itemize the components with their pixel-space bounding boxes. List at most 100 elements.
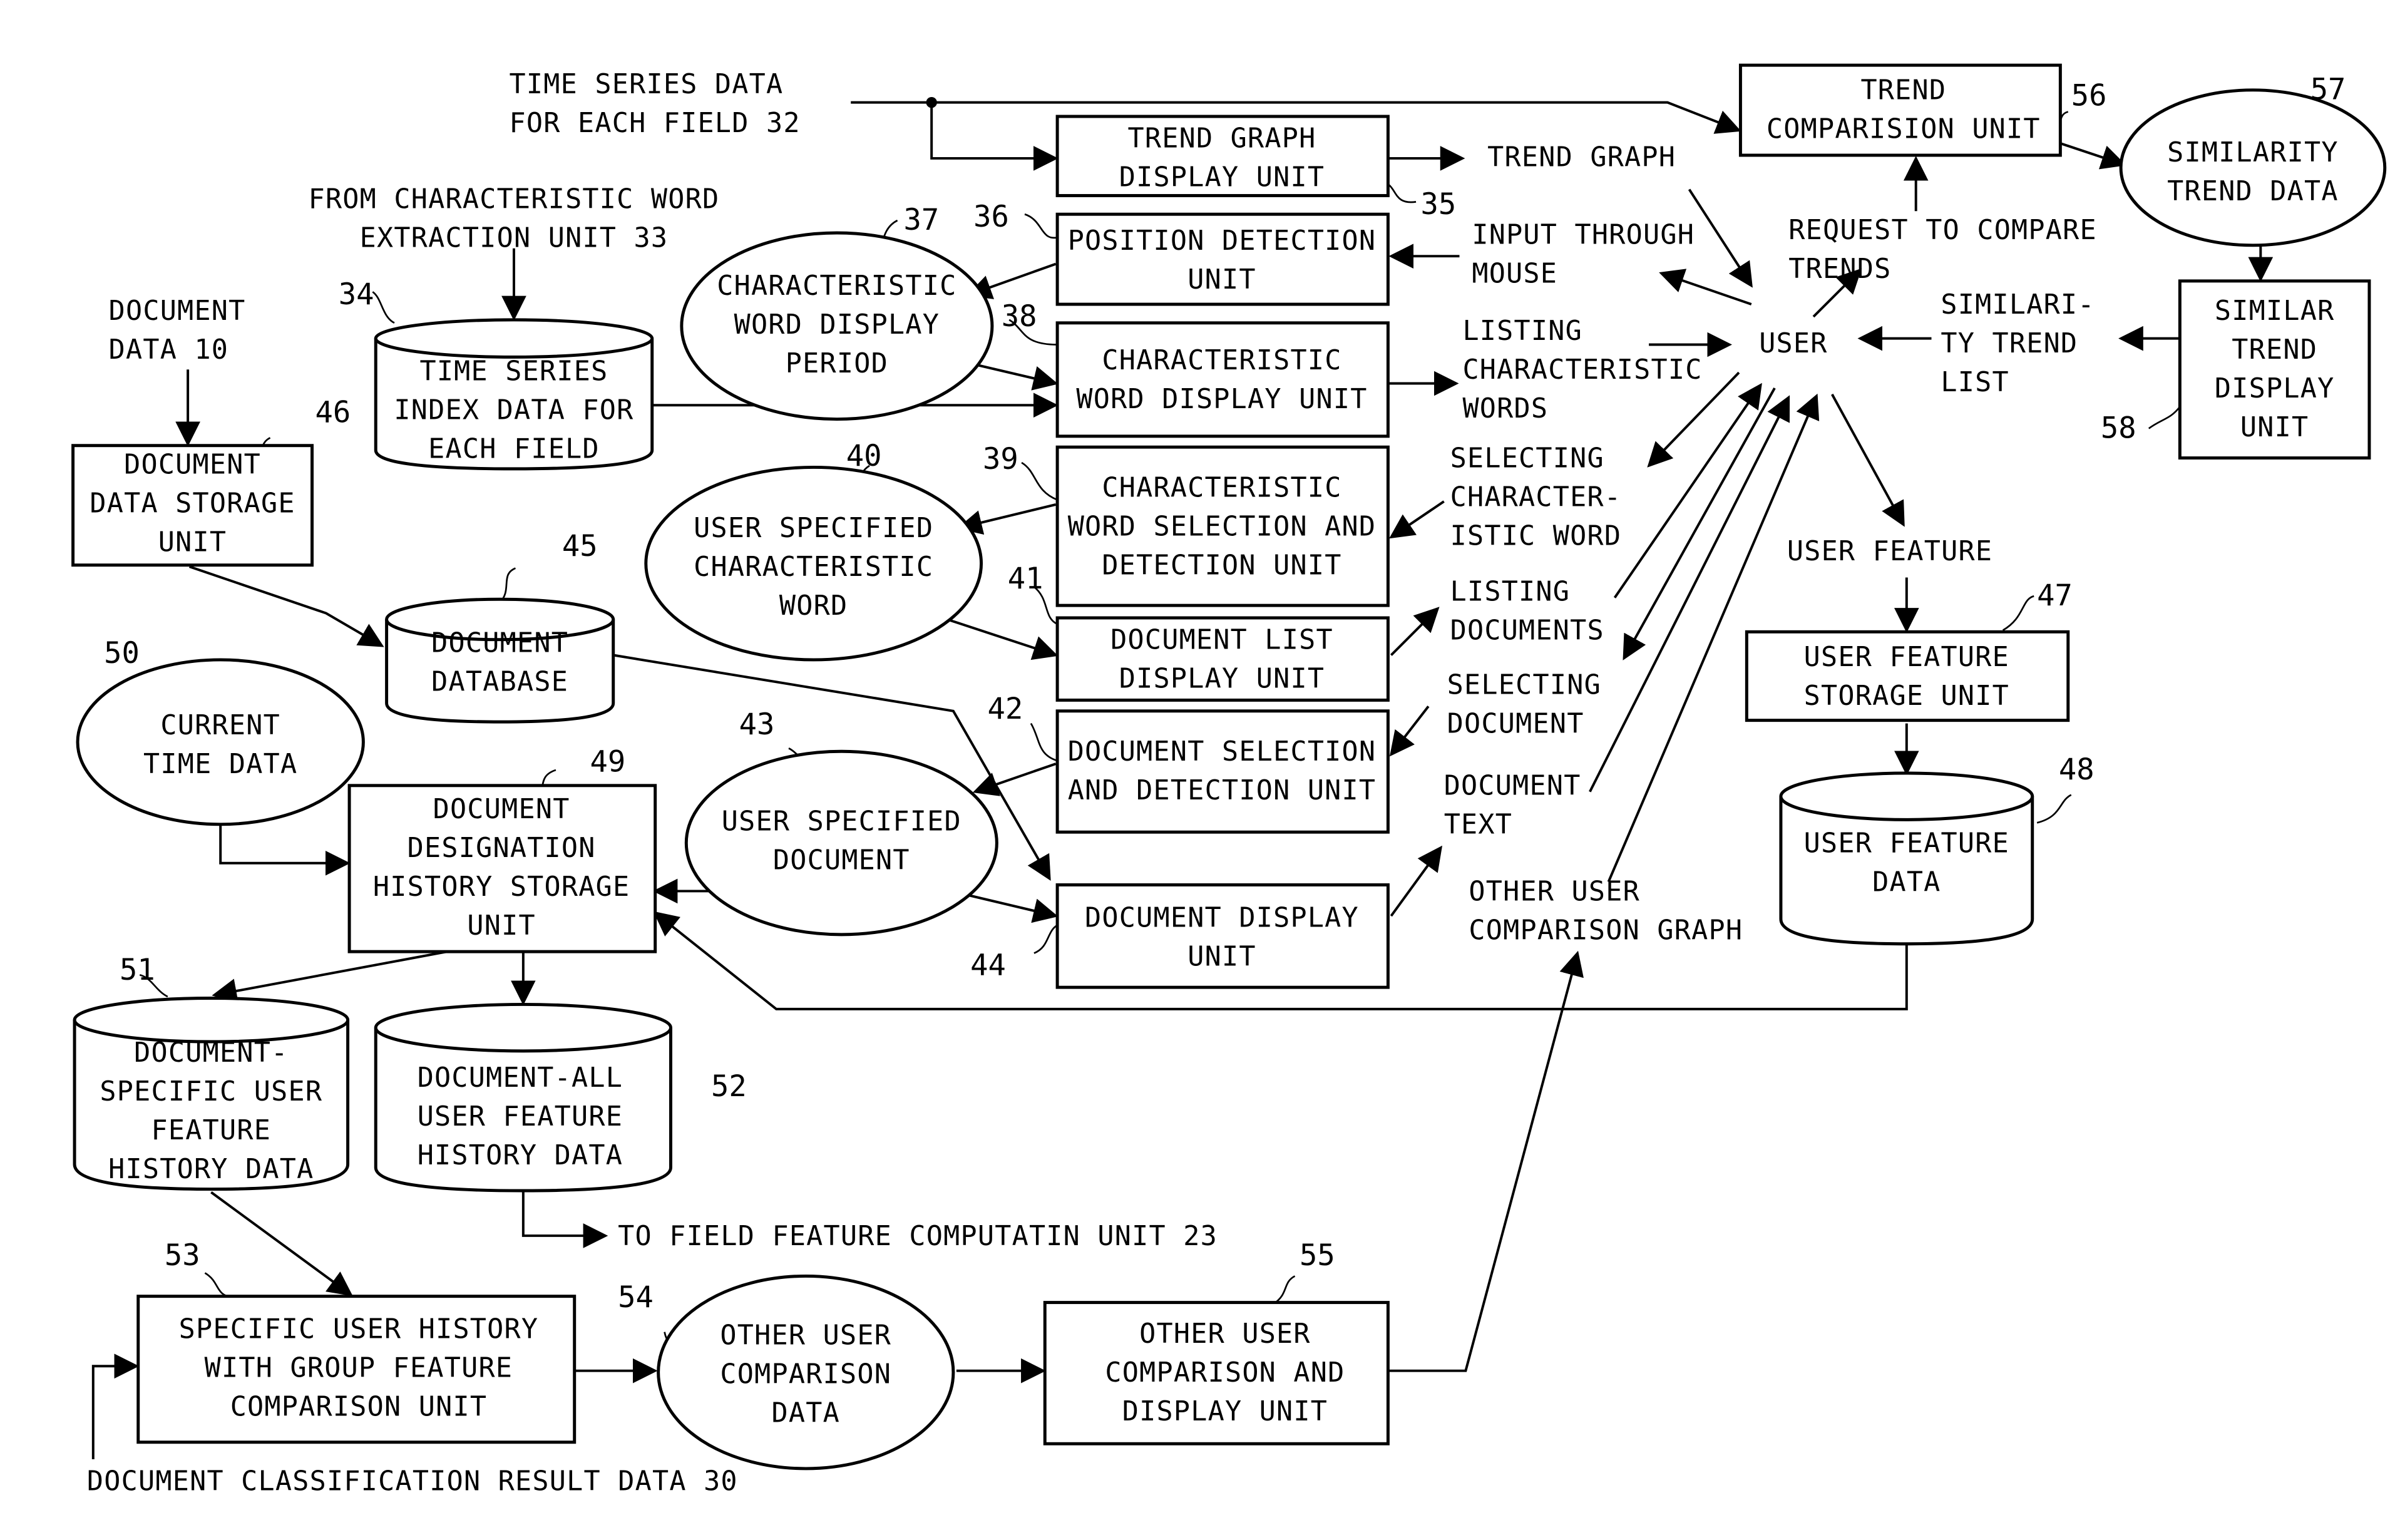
text-line: LISTING [1462, 316, 1582, 347]
text-line: TEXT [1444, 809, 1512, 841]
text-line: UNIT [1187, 264, 1256, 295]
text-line: UNIT [467, 910, 535, 942]
text-line: DISPLAY UNIT [1119, 664, 1325, 695]
text-line: OTHER USER [1139, 1318, 1311, 1350]
text-line: DOCUMENTS [1450, 615, 1604, 647]
text-line: COMPARISION UNIT [1767, 114, 2041, 145]
text-line: CHARACTER- [1450, 481, 1622, 513]
text-line: INPUT THROUGH [1472, 219, 1695, 250]
ref-40: 40 [846, 439, 882, 473]
edge-user-to-selecting-word [1647, 371, 1740, 468]
text-line: DOCUMENT [109, 295, 246, 327]
text-line: UNIT [2240, 412, 2309, 443]
ref-34: 34 [339, 277, 374, 312]
edge-doc-display-to-text [1390, 845, 1443, 917]
text-line: DISPLAY [2215, 373, 2335, 404]
text-line: DISPLAY UNIT [1122, 1396, 1328, 1427]
text-line: POSITION DETECTION [1068, 225, 1377, 257]
text-line: DATA [772, 1398, 840, 1429]
text-line: DATA STORAGE [90, 488, 295, 519]
char-word-source-label: FROM CHARACTERISTIC WORD EXTRACTION UNIT … [309, 183, 720, 254]
text-line: CHARACTERISTIC [694, 552, 933, 583]
ref-46: 46 [315, 396, 351, 430]
doc-all-history-data-label: DOCUMENT-ALL USER FEATURE HISTORY DATA [418, 1062, 623, 1171]
ref-57: 57 [2310, 73, 2346, 107]
ref-58: 58 [2101, 411, 2136, 445]
block-diagram: TIME SERIES DATA FOR EACH FIELD 32 FROM C… [71, 63, 2387, 1497]
ref-50: 50 [104, 636, 140, 670]
text-line: USER FEATURE [1804, 828, 2009, 859]
flow-listing-char-words: LISTING CHARACTERISTIC WORDS [1462, 316, 1702, 424]
text-line: COMPARISON AND [1105, 1357, 1345, 1389]
time-series-index-label: TIME SERIES INDEX DATA FOR EACH FIELD [394, 356, 633, 465]
text-line: ISTIC WORD [1450, 520, 1622, 552]
text-line: HISTORY STORAGE [373, 871, 630, 903]
text-line: DISPLAY UNIT [1119, 162, 1325, 193]
text-line: SIMILAR [2215, 295, 2335, 327]
text-line: CHARACTERISTIC [1102, 473, 1341, 504]
text-line: WORD DISPLAY [734, 309, 940, 341]
text-line: WORDS [1462, 393, 1548, 424]
flow-to-field-feature: TO FIELD FEATURE COMPUTATIN UNIT 23 [618, 1221, 1218, 1252]
text-line: USER SPECIFIED [694, 513, 933, 544]
edge-display-to-other-graph [1388, 950, 1584, 1372]
flow-listing-documents: LISTING DOCUMENTS [1450, 577, 1604, 647]
text-line: TREND [1860, 75, 1946, 106]
group-feature-comparison-unit-label: SPECIFIC USER HISTORY WITH GROUP FEATURE C… [179, 1314, 539, 1423]
text-line: MOUSE [1472, 258, 1557, 289]
text-line: CHARACTERISTIC [1102, 345, 1341, 376]
flow-similarity-trend-list: SIMILARI- TY TREND LIST [1941, 289, 2095, 398]
document-data-input-label: DOCUMENT DATA 10 [109, 295, 246, 366]
char-word-display-unit-box [1055, 321, 1390, 438]
flow-document-text: DOCUMENT TEXT [1444, 771, 1581, 841]
ref-55: 55 [1300, 1238, 1335, 1273]
text-line: WORD [779, 590, 848, 622]
flow-selecting-char-word: SELECTING CHARACTER- ISTIC WORD [1450, 443, 1622, 552]
text-line: DOCUMENT [1444, 771, 1581, 802]
current-time-data-ellipse [76, 658, 365, 826]
ref-38: 38 [1002, 299, 1037, 334]
ref-47: 47 [2037, 578, 2073, 613]
text-line: DOCUMENT [773, 845, 910, 876]
ref-44: 44 [970, 948, 1006, 982]
flow-trend-graph: TREND GRAPH [1487, 141, 1676, 173]
text-line: CHARACTERISTIC [717, 270, 956, 302]
text-line: WORD SELECTION AND [1068, 511, 1377, 543]
text-line: SIMILARITY [2167, 137, 2339, 168]
text-line: TY TREND [1941, 328, 2078, 359]
ref-35: 35 [1420, 187, 1456, 222]
text-line: TREND GRAPH [1487, 141, 1676, 173]
text-line: CURRENT [160, 710, 280, 741]
ref-41: 41 [1008, 562, 1044, 596]
text-line: FROM CHARACTERISTIC WORD [309, 183, 720, 215]
flow-other-user-graph: OTHER USER COMPARISON GRAPH [1469, 876, 1743, 946]
text-line: SPECIFIC USER [100, 1076, 322, 1107]
text-line: FOR EACH FIELD 32 [510, 108, 801, 139]
edge-doc-list-to-listing [1390, 607, 1440, 656]
flow-selecting-document: SELECTING DOCUMENT [1447, 669, 1601, 739]
text-line: STORAGE UNIT [1804, 680, 2009, 712]
text-line: UNIT [1187, 941, 1256, 972]
ref-37: 37 [904, 203, 940, 237]
user-specified-document-ellipse [684, 749, 998, 937]
text-line: DOCUMENT SELECTION [1068, 736, 1377, 767]
text-line: DESIGNATION [408, 833, 596, 864]
text-line: DOCUMENT [1447, 708, 1584, 739]
text-line: DOCUMENT [124, 449, 261, 480]
edge-user-to-user-feature [1831, 393, 1905, 527]
edge-doc-specific-to-comparison [210, 1191, 353, 1296]
edge-history-to-doc-specific [212, 950, 448, 1004]
text-line: DOCUMENT-ALL [418, 1062, 623, 1094]
ref-45: 45 [562, 529, 598, 563]
ref-51: 51 [120, 953, 155, 987]
text-line: PERIOD [786, 348, 888, 379]
ref-54: 54 [618, 1280, 654, 1315]
ref-42: 42 [987, 692, 1023, 726]
text-line: DOCUMENT [433, 794, 570, 825]
text-line: SELECTING [1447, 669, 1601, 701]
text-line: TREND DATA [2167, 176, 2339, 207]
text-line: UNIT [158, 526, 227, 558]
char-word-selection-unit-label: CHARACTERISTIC WORD SELECTION AND DETECTIO… [1068, 473, 1377, 582]
edge-doctext-to-user [1589, 395, 1790, 793]
edge-doc-all-to-field-feature [521, 1189, 608, 1248]
